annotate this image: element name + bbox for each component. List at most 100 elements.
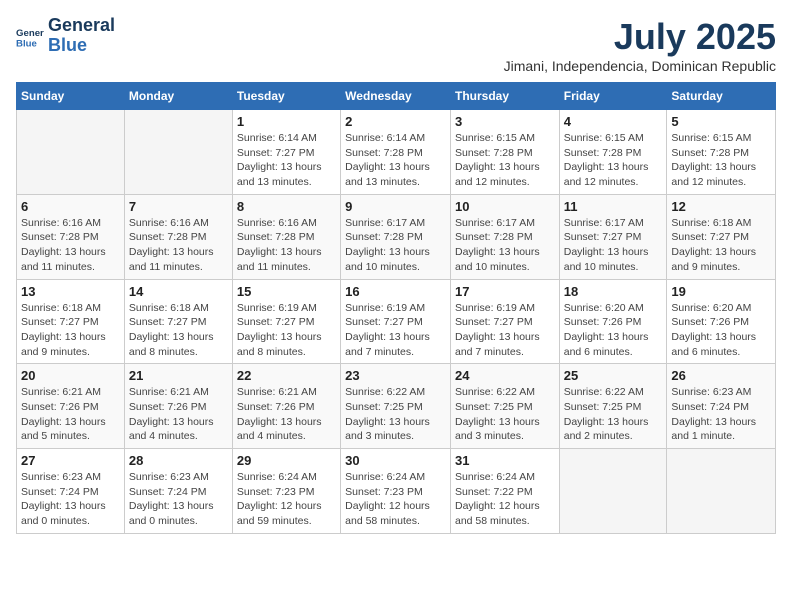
header-day: Wednesday xyxy=(341,83,451,110)
day-content: Sunrise: 6:24 AM Sunset: 7:23 PM Dayligh… xyxy=(237,470,336,529)
day-content: Sunrise: 6:16 AM Sunset: 7:28 PM Dayligh… xyxy=(237,216,336,275)
day-content: Sunrise: 6:18 AM Sunset: 7:27 PM Dayligh… xyxy=(21,301,120,360)
logo-line1: General xyxy=(48,16,115,36)
calendar-cell: 24 Sunrise: 6:22 AM Sunset: 7:25 PM Dayli… xyxy=(450,364,559,449)
header-day: Saturday xyxy=(667,83,776,110)
calendar-cell: 10 Sunrise: 6:17 AM Sunset: 7:28 PM Dayli… xyxy=(450,194,559,279)
day-content: Sunrise: 6:22 AM Sunset: 7:25 PM Dayligh… xyxy=(564,385,663,444)
day-number: 24 xyxy=(455,368,555,383)
calendar-cell xyxy=(124,110,232,195)
day-content: Sunrise: 6:22 AM Sunset: 7:25 PM Dayligh… xyxy=(345,385,446,444)
calendar-cell: 30 Sunrise: 6:24 AM Sunset: 7:23 PM Dayli… xyxy=(341,449,451,534)
calendar-cell: 18 Sunrise: 6:20 AM Sunset: 7:26 PM Dayli… xyxy=(559,279,667,364)
calendar-week-row: 20 Sunrise: 6:21 AM Sunset: 7:26 PM Dayli… xyxy=(17,364,776,449)
calendar-cell: 22Sunrise: 6:21 AM Sunset: 7:26 PM Dayli… xyxy=(232,364,340,449)
day-number: 14 xyxy=(129,284,228,299)
day-content: Sunrise: 6:24 AM Sunset: 7:22 PM Dayligh… xyxy=(455,470,555,529)
day-number: 19 xyxy=(671,284,771,299)
calendar-cell: 29Sunrise: 6:24 AM Sunset: 7:23 PM Dayli… xyxy=(232,449,340,534)
day-number: 18 xyxy=(564,284,663,299)
day-content: Sunrise: 6:23 AM Sunset: 7:24 PM Dayligh… xyxy=(21,470,120,529)
header-row: SundayMondayTuesdayWednesdayThursdayFrid… xyxy=(17,83,776,110)
calendar-cell: 14Sunrise: 6:18 AM Sunset: 7:27 PM Dayli… xyxy=(124,279,232,364)
day-number: 10 xyxy=(455,199,555,214)
logo-icon: General Blue xyxy=(16,22,44,50)
calendar-cell: 19 Sunrise: 6:20 AM Sunset: 7:26 PM Dayli… xyxy=(667,279,776,364)
day-number: 17 xyxy=(455,284,555,299)
header-day: Monday xyxy=(124,83,232,110)
day-content: Sunrise: 6:17 AM Sunset: 7:28 PM Dayligh… xyxy=(345,216,446,275)
day-content: Sunrise: 6:17 AM Sunset: 7:28 PM Dayligh… xyxy=(455,216,555,275)
day-content: Sunrise: 6:19 AM Sunset: 7:27 PM Dayligh… xyxy=(345,301,446,360)
calendar-header: SundayMondayTuesdayWednesdayThursdayFrid… xyxy=(17,83,776,110)
calendar-table: SundayMondayTuesdayWednesdayThursdayFrid… xyxy=(16,82,776,534)
calendar-week-row: 27 Sunrise: 6:23 AM Sunset: 7:24 PM Dayli… xyxy=(17,449,776,534)
calendar-cell: 13 Sunrise: 6:18 AM Sunset: 7:27 PM Dayli… xyxy=(17,279,125,364)
day-number: 26 xyxy=(671,368,771,383)
calendar-cell: 31 Sunrise: 6:24 AM Sunset: 7:22 PM Dayli… xyxy=(450,449,559,534)
day-number: 11 xyxy=(564,199,663,214)
day-content: Sunrise: 6:23 AM Sunset: 7:24 PM Dayligh… xyxy=(129,470,228,529)
month-title: July 2025 xyxy=(504,16,776,58)
header-day: Thursday xyxy=(450,83,559,110)
calendar-cell xyxy=(667,449,776,534)
title-block: July 2025 Jimani, Independencia, Dominic… xyxy=(504,16,776,74)
day-content: Sunrise: 6:21 AM Sunset: 7:26 PM Dayligh… xyxy=(129,385,228,444)
page-header: General Blue General Blue July 2025 Jima… xyxy=(16,16,776,74)
day-number: 6 xyxy=(21,199,120,214)
day-content: Sunrise: 6:18 AM Sunset: 7:27 PM Dayligh… xyxy=(671,216,771,275)
calendar-cell: 2Sunrise: 6:14 AM Sunset: 7:28 PM Daylig… xyxy=(341,110,451,195)
day-content: Sunrise: 6:15 AM Sunset: 7:28 PM Dayligh… xyxy=(455,131,555,190)
calendar-week-row: 6 Sunrise: 6:16 AM Sunset: 7:28 PM Daylig… xyxy=(17,194,776,279)
calendar-cell: 16 Sunrise: 6:19 AM Sunset: 7:27 PM Dayli… xyxy=(341,279,451,364)
calendar-cell xyxy=(17,110,125,195)
day-number: 3 xyxy=(455,114,555,129)
calendar-cell: 23 Sunrise: 6:22 AM Sunset: 7:25 PM Dayli… xyxy=(341,364,451,449)
day-number: 1 xyxy=(237,114,336,129)
calendar-cell: 17Sunrise: 6:19 AM Sunset: 7:27 PM Dayli… xyxy=(450,279,559,364)
day-content: Sunrise: 6:20 AM Sunset: 7:26 PM Dayligh… xyxy=(671,301,771,360)
calendar-cell: 11Sunrise: 6:17 AM Sunset: 7:27 PM Dayli… xyxy=(559,194,667,279)
header-day: Friday xyxy=(559,83,667,110)
day-content: Sunrise: 6:22 AM Sunset: 7:25 PM Dayligh… xyxy=(455,385,555,444)
svg-text:General: General xyxy=(16,28,44,39)
day-content: Sunrise: 6:15 AM Sunset: 7:28 PM Dayligh… xyxy=(671,131,771,190)
day-content: Sunrise: 6:20 AM Sunset: 7:26 PM Dayligh… xyxy=(564,301,663,360)
day-content: Sunrise: 6:16 AM Sunset: 7:28 PM Dayligh… xyxy=(129,216,228,275)
day-number: 25 xyxy=(564,368,663,383)
calendar-week-row: 1Sunrise: 6:14 AM Sunset: 7:27 PM Daylig… xyxy=(17,110,776,195)
day-number: 9 xyxy=(345,199,446,214)
header-day: Sunday xyxy=(17,83,125,110)
calendar-cell: 3 Sunrise: 6:15 AM Sunset: 7:28 PM Daylig… xyxy=(450,110,559,195)
logo-line2: Blue xyxy=(48,36,115,56)
day-number: 30 xyxy=(345,453,446,468)
day-number: 13 xyxy=(21,284,120,299)
calendar-cell: 12 Sunrise: 6:18 AM Sunset: 7:27 PM Dayli… xyxy=(667,194,776,279)
day-number: 22 xyxy=(237,368,336,383)
calendar-week-row: 13 Sunrise: 6:18 AM Sunset: 7:27 PM Dayli… xyxy=(17,279,776,364)
header-day: Tuesday xyxy=(232,83,340,110)
day-number: 23 xyxy=(345,368,446,383)
day-number: 12 xyxy=(671,199,771,214)
calendar-cell: 21Sunrise: 6:21 AM Sunset: 7:26 PM Dayli… xyxy=(124,364,232,449)
logo: General Blue General Blue xyxy=(16,16,115,56)
day-number: 31 xyxy=(455,453,555,468)
calendar-cell: 8Sunrise: 6:16 AM Sunset: 7:28 PM Daylig… xyxy=(232,194,340,279)
day-content: Sunrise: 6:15 AM Sunset: 7:28 PM Dayligh… xyxy=(564,131,663,190)
day-content: Sunrise: 6:14 AM Sunset: 7:28 PM Dayligh… xyxy=(345,131,446,190)
day-content: Sunrise: 6:24 AM Sunset: 7:23 PM Dayligh… xyxy=(345,470,446,529)
calendar-cell: 27 Sunrise: 6:23 AM Sunset: 7:24 PM Dayli… xyxy=(17,449,125,534)
calendar-cell: 1Sunrise: 6:14 AM Sunset: 7:27 PM Daylig… xyxy=(232,110,340,195)
day-number: 20 xyxy=(21,368,120,383)
calendar-cell: 7 Sunrise: 6:16 AM Sunset: 7:28 PM Daylig… xyxy=(124,194,232,279)
day-content: Sunrise: 6:23 AM Sunset: 7:24 PM Dayligh… xyxy=(671,385,771,444)
day-number: 16 xyxy=(345,284,446,299)
day-number: 27 xyxy=(21,453,120,468)
day-number: 28 xyxy=(129,453,228,468)
calendar-cell: 5Sunrise: 6:15 AM Sunset: 7:28 PM Daylig… xyxy=(667,110,776,195)
calendar-cell: 28 Sunrise: 6:23 AM Sunset: 7:24 PM Dayli… xyxy=(124,449,232,534)
day-number: 7 xyxy=(129,199,228,214)
calendar-cell: 15Sunrise: 6:19 AM Sunset: 7:27 PM Dayli… xyxy=(232,279,340,364)
day-number: 15 xyxy=(237,284,336,299)
calendar-cell: 9 Sunrise: 6:17 AM Sunset: 7:28 PM Daylig… xyxy=(341,194,451,279)
